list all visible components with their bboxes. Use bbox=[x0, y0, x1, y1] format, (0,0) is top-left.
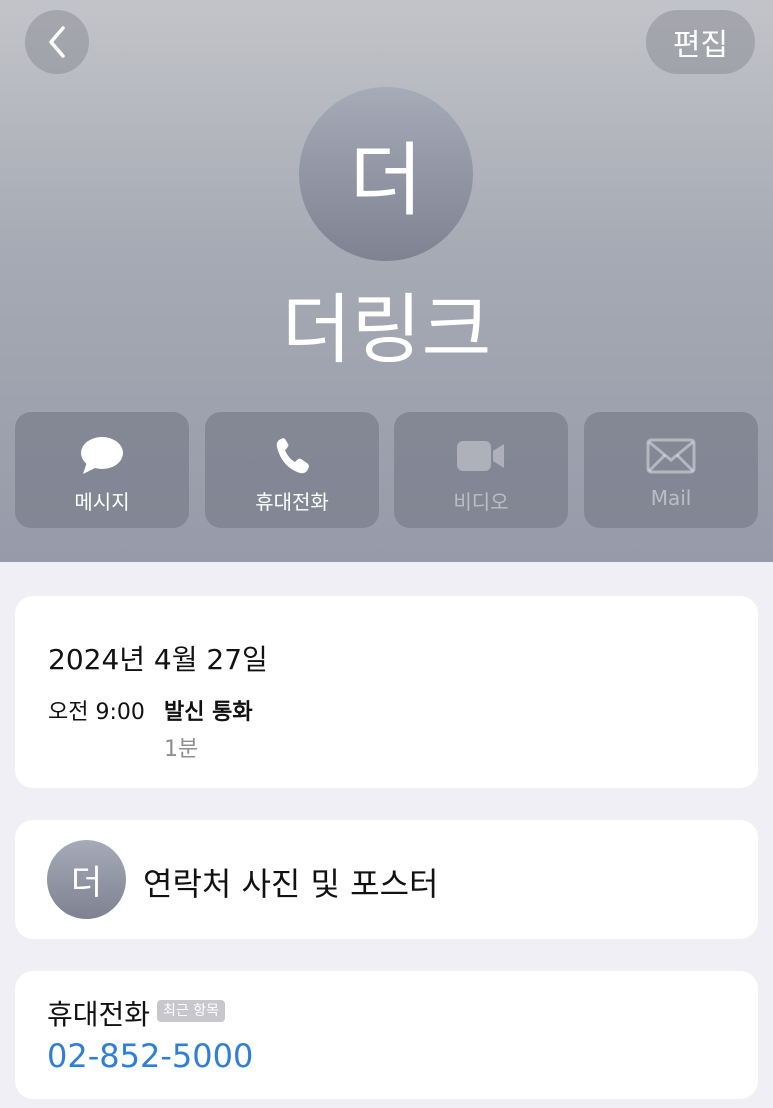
contact-header: 편집 더 더링크 메시지 휴대전화 비디오 Mail bbox=[0, 0, 773, 562]
phone-number-card: 휴대전화 최근 항목 02-852-5000 bbox=[15, 971, 758, 1099]
video-button[interactable]: 비디오 bbox=[394, 412, 568, 528]
message-bubble-icon bbox=[81, 437, 123, 474]
poster-label: 연락처 사진 및 포스터 bbox=[143, 865, 439, 903]
call-duration: 1분 bbox=[164, 737, 199, 762]
poster-avatar: 더 bbox=[47, 840, 126, 919]
edit-button[interactable]: 편집 bbox=[646, 10, 755, 74]
call-time: 오전 9:00 bbox=[48, 700, 145, 725]
phone-label: 휴대전화 bbox=[47, 998, 151, 1031]
phone-number-link[interactable]: 02-852-5000 bbox=[47, 1037, 253, 1075]
contact-name: 더링크 bbox=[281, 285, 492, 374]
action-buttons: 메시지 휴대전화 비디오 Mail bbox=[15, 412, 758, 528]
video-camera-icon bbox=[457, 441, 504, 471]
message-button-label: 메시지 bbox=[74, 490, 130, 514]
message-button[interactable]: 메시지 bbox=[15, 412, 189, 528]
call-button[interactable]: 휴대전화 bbox=[205, 412, 379, 528]
mail-button[interactable]: Mail bbox=[584, 412, 758, 528]
contact-avatar: 더 bbox=[299, 87, 473, 261]
call-button-label: 휴대전화 bbox=[255, 490, 329, 514]
mail-envelope-icon bbox=[646, 438, 696, 474]
call-date: 2024년 4월 27일 bbox=[48, 643, 268, 676]
back-button[interactable] bbox=[25, 10, 89, 74]
video-button-label: 비디오 bbox=[453, 490, 509, 514]
contact-photo-poster-row[interactable]: 더 연락처 사진 및 포스터 bbox=[15, 820, 758, 939]
call-history-card: 2024년 4월 27일 오전 9:00 발신 통화 1분 bbox=[15, 596, 758, 788]
call-type: 발신 통화 bbox=[164, 700, 253, 725]
mail-button-label: Mail bbox=[650, 486, 692, 510]
chevron-left-icon bbox=[49, 26, 65, 58]
recent-badge: 최근 항목 bbox=[157, 1000, 225, 1022]
phone-icon bbox=[276, 438, 309, 474]
